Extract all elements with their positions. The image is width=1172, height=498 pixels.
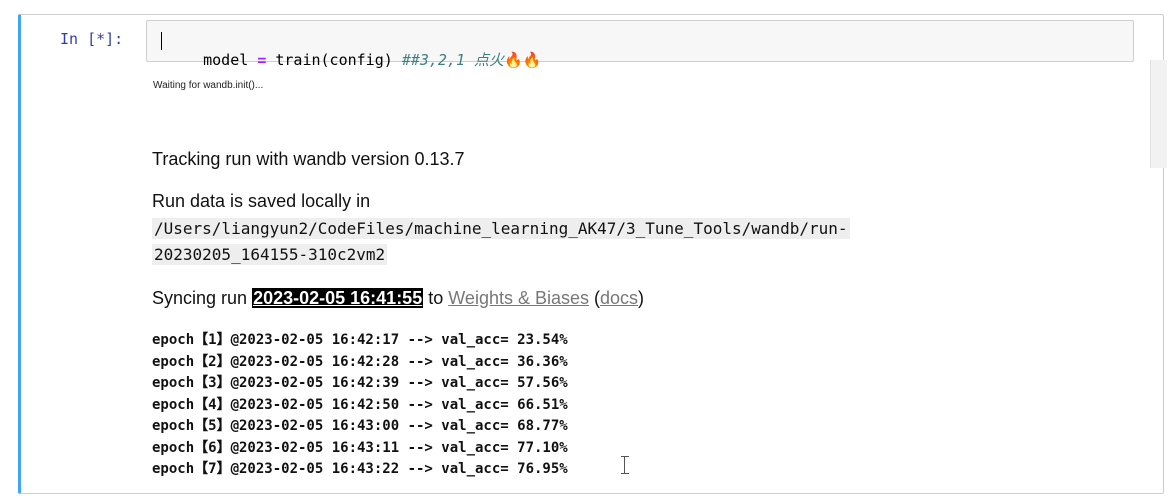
text-caret [161, 32, 162, 50]
tracking-message: Tracking run with wandb version 0.13.7 [152, 149, 465, 169]
run-path-line-1: /Users/liangyun2/CodeFiles/machine_learn… [152, 218, 850, 239]
sync-to: to [428, 288, 444, 308]
log-line: epoch【6】@2023-02-05 16:43:11 --> val_acc… [152, 439, 568, 456]
code-comment-text: ##3,2,1 点火 [401, 51, 505, 69]
sync-prefix: Syncing run [152, 288, 248, 308]
code-operator: = [257, 51, 267, 69]
log-line: epoch【2】@2023-02-05 16:42:28 --> val_acc… [152, 353, 568, 370]
paren-close: ) [638, 288, 645, 308]
code-input[interactable]: model = train(config) ##3,2,1 点火🔥🔥 [146, 20, 1134, 69]
code-call: train(config) [275, 51, 393, 69]
wandb-link[interactable]: Weights & Biases [448, 288, 589, 308]
fire-icon: 🔥🔥 [504, 51, 542, 69]
code-variable: model [203, 51, 249, 69]
cell-prompt: In [*]: [60, 30, 124, 48]
log-line: epoch【5】@2023-02-05 16:43:00 --> val_acc… [152, 418, 568, 434]
syncing-message: Syncing run 2023-02-05 16:41:55 to Weigh… [152, 288, 644, 309]
code-comment: ##3,2,1 点火🔥🔥 [402, 51, 542, 69]
run-path-line-2: 20230205_164155-310c2vm2 [152, 244, 388, 265]
log-line: epoch【1】@2023-02-05 16:42:17 --> val_acc… [152, 332, 568, 348]
saved-locally-label: Run data is saved locally in [152, 191, 371, 211]
training-log: epoch【1】@2023-02-05 16:42:17 --> val_acc… [152, 330, 568, 481]
ibeam-cursor-icon [621, 456, 629, 474]
log-line: epoch【3】@2023-02-05 16:42:39 --> val_acc… [152, 375, 568, 391]
scroll-gutter [1150, 60, 1167, 168]
log-line: epoch【4】@2023-02-05 16:42:50 --> val_acc… [152, 396, 568, 413]
log-line: epoch【7】@2023-02-05 16:43:22 --> val_acc… [152, 461, 568, 477]
run-name-link[interactable]: 2023-02-05 16:41:55 [252, 288, 424, 308]
docs-link[interactable]: docs [600, 288, 638, 308]
waiting-message: Waiting for wandb.init()... [153, 80, 264, 91]
